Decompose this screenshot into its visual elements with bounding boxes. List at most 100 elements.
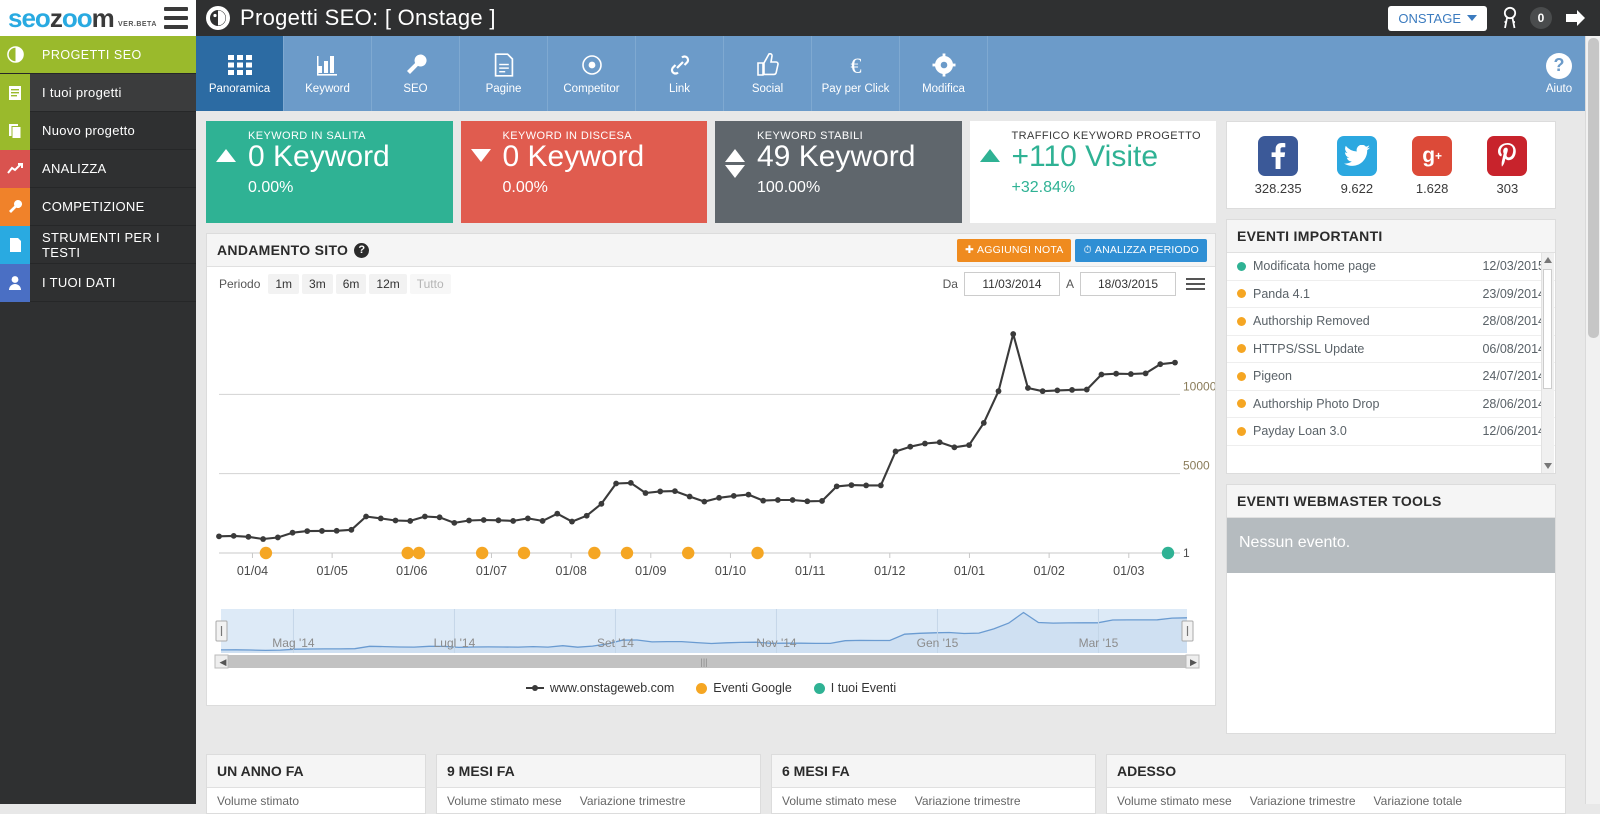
list-item[interactable]: Pigeon 24/07/2014 (1227, 363, 1555, 391)
chart-header-buttons: ✚ AGGIUNGI NOTA ⏱ ANALIZZA PERIODO (957, 238, 1207, 262)
legend-item-eventi-google[interactable]: Eventi Google (696, 681, 792, 695)
period-button-6m[interactable]: 6m (335, 274, 367, 294)
scroll-down-arrow-icon[interactable] (1544, 463, 1552, 469)
legend-item-site[interactable]: www.onstageweb.com (525, 681, 675, 695)
social-facebook[interactable]: 328.235 (1255, 136, 1302, 196)
date-to-input[interactable] (1080, 272, 1176, 296)
eye-icon (579, 52, 605, 78)
clock-icon: ⏱ (1083, 243, 1092, 256)
logo-oo-text: oo (61, 3, 93, 33)
svg-text:01/03: 01/03 (1113, 564, 1144, 578)
tab-pagine[interactable]: Pagine (460, 36, 548, 111)
sidebar-item-i-tuoi-dati[interactable]: I TUOI DATI (0, 263, 196, 302)
social-pinterest[interactable]: 303 (1487, 136, 1528, 196)
seozoom-logo[interactable]: seozoom (0, 3, 115, 33)
event-name: HTTPS/SSL Update (1253, 341, 1365, 356)
sidebar-header-label: PROGETTI SEO (42, 47, 142, 62)
tab-competitor[interactable]: Competitor (548, 36, 636, 111)
tab-modifica[interactable]: Modifica (900, 36, 988, 111)
scrollbar-thumb[interactable] (1543, 269, 1552, 389)
event-date: 28/06/2014 (1482, 396, 1545, 411)
analizza-periodo-button[interactable]: ⏱ ANALIZZA PERIODO (1075, 238, 1207, 262)
chart-menu-icon[interactable] (1186, 278, 1205, 290)
sidebar: PROGETTI SEO I tuoi progetti Nuovo proge… (0, 36, 196, 804)
event-name: Payday Loan 3.0 (1253, 424, 1347, 439)
question-mark-icon[interactable]: ? (354, 242, 370, 258)
panel-title: 6 MESI FA (782, 763, 850, 779)
tab-seo[interactable]: SEO (372, 36, 460, 111)
sidebar-item-i-tuoi-progetti[interactable]: I tuoi progetti (0, 73, 196, 112)
column-header: Variazione trimestre (1249, 794, 1356, 808)
social-twitter[interactable]: 9.622 (1336, 136, 1377, 196)
sidebar-item-label: I tuoi progetti (42, 85, 122, 100)
tab-pay-per-click[interactable]: € Pay per Click (812, 36, 900, 111)
scroll-up-arrow-icon[interactable] (1544, 257, 1552, 263)
list-item[interactable]: Authorship Removed 28/08/2014 (1227, 308, 1555, 336)
svg-text:Set '14: Set '14 (597, 636, 634, 650)
tab-panoramica[interactable]: Panoramica (196, 36, 284, 111)
period-button-3m[interactable]: 3m (302, 274, 333, 294)
period-button-12m[interactable]: 12m (369, 274, 407, 294)
line-marker-icon (525, 685, 544, 691)
kpi-card-traffico-keyword-progetto: TRAFFICO KEYWORD PROGETTO +110 Visite +3… (969, 121, 1216, 223)
list-item[interactable]: HTTPS/SSL Update 06/08/2014 (1227, 336, 1555, 363)
navigator-range-selector[interactable]: Mag '14 Lugl '14 Set '14 Nov '14 Gen '15 Mar … (207, 601, 1215, 671)
top-bar: seozoom VER.BETA Progetti SEO: [ Onstage… (0, 0, 1600, 36)
svg-text:▶: ▶ (1190, 657, 1197, 667)
legend-label: www.onstageweb.com (549, 681, 675, 695)
svg-text:01/04: 01/04 (237, 564, 268, 578)
keys-indicator[interactable]: 0 (1499, 6, 1552, 30)
panel-header: UN ANNO FA (207, 755, 425, 788)
sidebar-item-competizione[interactable]: COMPETIZIONE (0, 187, 196, 226)
sidebar-item-analizza[interactable]: ANALIZZA (0, 149, 196, 188)
svg-text:◀: ◀ (220, 657, 227, 667)
page-scrollbar-thumb[interactable] (1588, 38, 1599, 338)
sidebar-header-progetti-seo[interactable]: PROGETTI SEO (0, 36, 196, 74)
svg-text:€: € (850, 53, 861, 77)
legend-item-i-tuoi-eventi[interactable]: I tuoi Eventi (813, 681, 896, 695)
eventi-webmaster-title: EVENTI WEBMASTER TOOLS (1237, 493, 1442, 509)
list-item[interactable]: Modificata home page 12/03/2015 (1227, 253, 1555, 281)
sidebar-item-label: COMPETIZIONE (42, 199, 145, 214)
list-item[interactable]: Payday Loan 3.0 12/06/2014 (1227, 418, 1555, 446)
svg-text:01/11: 01/11 (795, 564, 825, 578)
hamburger-menu-icon[interactable] (164, 7, 188, 29)
svg-text:|||: ||| (700, 657, 707, 667)
period-button-tutto[interactable]: Tutto (409, 274, 451, 294)
list-item[interactable]: Authorship Photo Drop 28/06/2014 (1227, 391, 1555, 418)
dot-marker-icon (813, 682, 825, 694)
chevron-down-icon (1467, 15, 1477, 21)
list-item-partial[interactable] (1227, 446, 1555, 474)
eventi-webmaster-header: EVENTI WEBMASTER TOOLS (1227, 485, 1555, 518)
aggiungi-nota-button[interactable]: ✚ AGGIUNGI NOTA (957, 238, 1072, 262)
event-name: Panda 4.1 (1253, 286, 1310, 301)
svg-text:1: 1 (1183, 546, 1190, 560)
events-scrollbar[interactable] (1541, 253, 1554, 473)
event-status-dot (1237, 344, 1246, 354)
kpi-card-keyword-in-discesa: KEYWORD IN DISCESA 0 Keyword 0.00% (460, 121, 707, 223)
social-google-plus[interactable]: g + 1.628 (1412, 136, 1453, 196)
event-date: 12/03/2015 (1482, 259, 1545, 274)
site-trend-line-chart[interactable]: 5000 10000 01/04 01/05 01/06 01/07 01/08 01/09 0… (207, 301, 1215, 601)
sidebar-item-nuovo-progetto[interactable]: Nuovo progetto (0, 111, 196, 150)
tab-link[interactable]: Link (636, 36, 724, 111)
page-scrollbar[interactable] (1585, 36, 1600, 804)
list-item[interactable]: Panda 4.1 23/09/2014 (1227, 281, 1555, 308)
tab-social[interactable]: Social (724, 36, 812, 111)
tab-label: Pay per Click (821, 83, 890, 95)
project-selector-dropdown[interactable]: ONSTAGE (1388, 5, 1487, 31)
panel-title: 9 MESI FA (447, 763, 515, 779)
help-button[interactable]: ? Aiuto (1524, 36, 1594, 111)
event-date: 06/08/2014 (1482, 341, 1545, 356)
sidebar-item-strumenti-per-i-testi[interactable]: STRUMENTI PER I TESTI (0, 225, 196, 264)
svg-text:10000: 10000 (1183, 379, 1215, 393)
keys-icon (1503, 6, 1517, 29)
tab-keyword[interactable]: Keyword (284, 36, 372, 111)
period-button-1m[interactable]: 1m (268, 274, 300, 294)
logout-icon[interactable] (1564, 7, 1594, 29)
trend-stable-icon (725, 149, 745, 178)
chart-navigator[interactable]: Mag '14 Lugl '14 Set '14 Nov '14 Gen '15 Mar … (207, 601, 1215, 671)
date-from-input[interactable] (963, 272, 1060, 296)
thumbs-up-icon (756, 52, 779, 78)
dot-marker-icon (696, 682, 708, 694)
